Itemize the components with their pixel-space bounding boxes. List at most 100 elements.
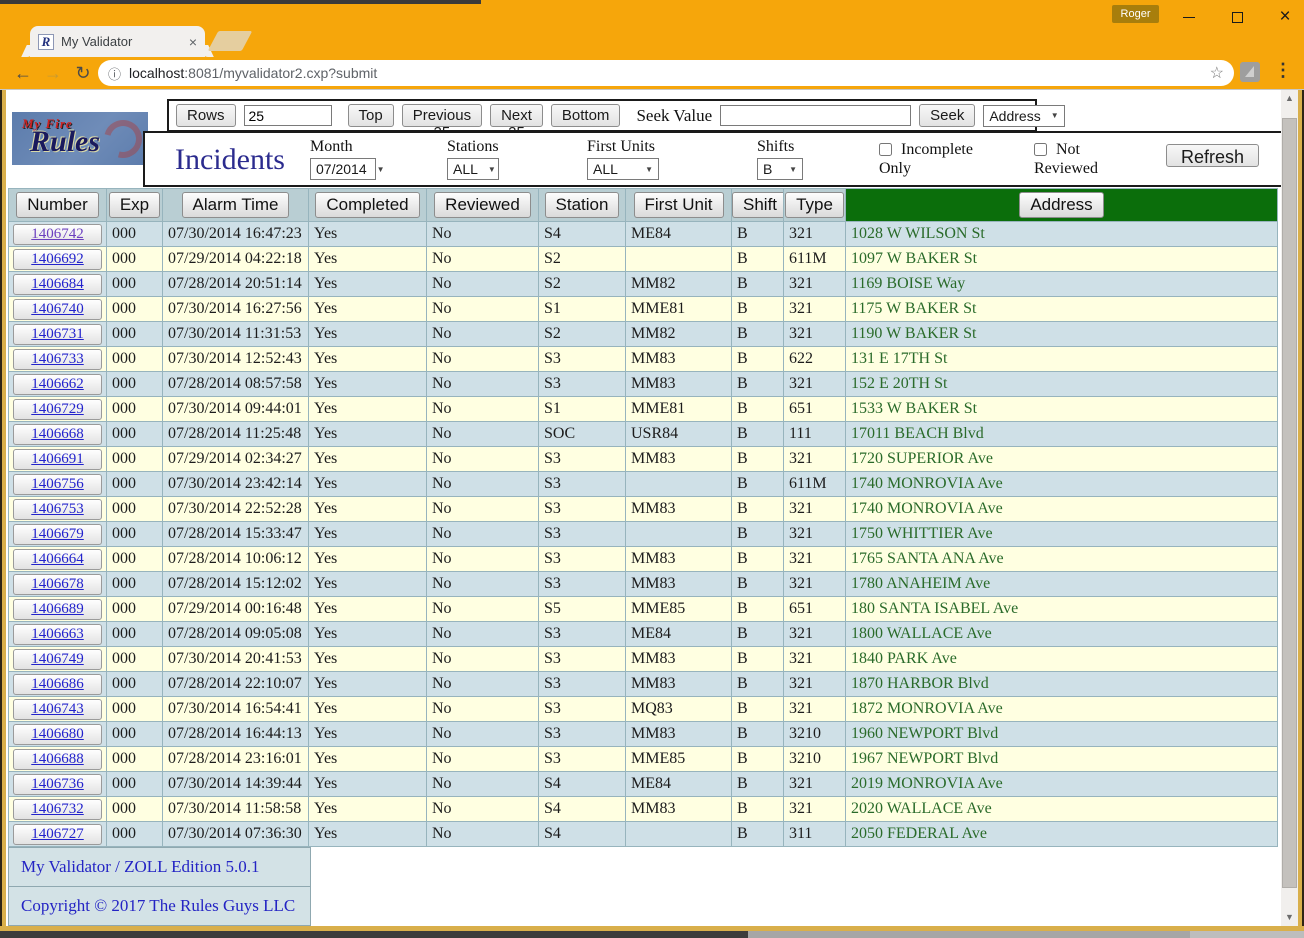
incident-number-link[interactable]: 1406689 [13, 599, 102, 620]
back-icon[interactable]: ← [8, 63, 38, 84]
bookmark-star-icon[interactable]: ☆ [1210, 63, 1224, 83]
cell-number: 1406756 [9, 472, 107, 497]
column-header-first-unit: First Unit [626, 189, 732, 222]
cell-reviewed: No [427, 297, 539, 322]
forward-icon[interactable]: → [38, 63, 68, 84]
cell-completed: Yes [309, 472, 427, 497]
column-sort-button-first-unit[interactable]: First Unit [634, 192, 724, 218]
cell-alarm-time: 07/28/2014 15:12:02 [163, 572, 309, 597]
incident-number-link[interactable]: 1406668 [13, 424, 102, 445]
info-icon[interactable]: ⓘ [108, 64, 121, 83]
cell-exp: 000 [107, 572, 163, 597]
cell-shift: B [732, 647, 784, 672]
reload-icon[interactable]: ↻ [68, 63, 98, 84]
table-row: 140667800007/28/2014 15:12:02YesNoS3MM83… [9, 572, 1278, 597]
extension-icon[interactable] [1240, 62, 1260, 82]
cell-completed: Yes [309, 547, 427, 572]
rows-button[interactable]: Rows [176, 104, 236, 127]
incident-number-link[interactable]: 1406736 [13, 774, 102, 795]
close-button[interactable]: × [1274, 6, 1296, 28]
incomplete-only-checkbox[interactable] [879, 143, 892, 156]
month-select[interactable]: 07/2014 ▼ [310, 158, 376, 180]
column-sort-button-alarm-time[interactable]: Alarm Time [182, 192, 290, 218]
incident-number-link[interactable]: 1406664 [13, 549, 102, 570]
cell-first-unit: MM83 [626, 347, 732, 372]
cell-alarm-time: 07/30/2014 16:27:56 [163, 297, 309, 322]
shifts-select[interactable]: B ▼ [757, 158, 803, 180]
previous-button[interactable]: Previous 25 [402, 104, 482, 127]
incident-number-link[interactable]: 1406740 [13, 299, 102, 320]
cell-shift: B [732, 422, 784, 447]
first-units-select[interactable]: ALL ▼ [587, 158, 659, 180]
new-tab-button[interactable] [208, 31, 253, 51]
cell-alarm-time: 07/30/2014 20:41:53 [163, 647, 309, 672]
vertical-scrollbar[interactable]: ▲ ▼ [1281, 90, 1298, 926]
incident-number-link[interactable]: 1406680 [13, 724, 102, 745]
rows-input[interactable] [244, 105, 332, 126]
cell-completed: Yes [309, 297, 427, 322]
column-sort-button-address[interactable]: Address [1019, 192, 1103, 218]
incident-number-link[interactable]: 1406678 [13, 574, 102, 595]
not-reviewed-checkbox[interactable] [1034, 143, 1047, 156]
incident-number-link[interactable]: 1406742 [13, 224, 102, 245]
incident-number-link[interactable]: 1406732 [13, 799, 102, 820]
scrollbar-thumb[interactable] [1282, 118, 1297, 888]
column-sort-button-number[interactable]: Number [16, 192, 98, 218]
cell-station: S2 [539, 272, 626, 297]
minimize-button[interactable] [1178, 6, 1200, 28]
seek-field-select[interactable]: Address ▼ [983, 105, 1064, 127]
column-sort-button-type[interactable]: Type [785, 192, 844, 218]
cell-exp: 000 [107, 347, 163, 372]
pagination-toolbar: Rows Top Previous 25 Next 25 Bottom Seek… [167, 99, 1037, 132]
url-text[interactable]: localhost:8081/myvalidator2.cxp?submit [129, 65, 1210, 81]
incident-number-link[interactable]: 1406727 [13, 824, 102, 845]
scrollbar-up-icon[interactable]: ▲ [1281, 90, 1298, 107]
incident-number-link[interactable]: 1406756 [13, 474, 102, 495]
incident-number-link[interactable]: 1406731 [13, 324, 102, 345]
bottom-button[interactable]: Bottom [551, 104, 621, 127]
cell-first-unit: MM83 [626, 572, 732, 597]
incident-number-link[interactable]: 1406743 [13, 699, 102, 720]
incident-number-link[interactable]: 1406663 [13, 624, 102, 645]
incident-number-link[interactable]: 1406662 [13, 374, 102, 395]
cell-reviewed: No [427, 772, 539, 797]
top-button[interactable]: Top [348, 104, 394, 127]
refresh-button[interactable]: Refresh [1166, 144, 1259, 167]
table-row: 140673600007/30/2014 14:39:44YesNoS4ME84… [9, 772, 1278, 797]
incident-number-link[interactable]: 1406688 [13, 749, 102, 770]
column-sort-button-shift[interactable]: Shift [732, 192, 784, 218]
cell-shift: B [732, 572, 784, 597]
incident-number-link[interactable]: 1406729 [13, 399, 102, 420]
scrollbar-down-icon[interactable]: ▼ [1281, 909, 1298, 926]
column-sort-button-completed[interactable]: Completed [315, 192, 419, 218]
page-title: Incidents [175, 143, 285, 177]
seek-button[interactable]: Seek [919, 104, 975, 127]
tab-close-icon[interactable]: × [189, 34, 197, 50]
cell-station: S4 [539, 797, 626, 822]
cell-completed: Yes [309, 797, 427, 822]
incident-number-link[interactable]: 1406692 [13, 249, 102, 270]
incident-number-link[interactable]: 1406686 [13, 674, 102, 695]
browser-profile-badge[interactable]: Roger [1112, 5, 1159, 23]
incident-number-link[interactable]: 1406749 [13, 649, 102, 670]
incident-number-link[interactable]: 1406679 [13, 524, 102, 545]
cell-exp: 000 [107, 372, 163, 397]
stations-select[interactable]: ALL ▼ [447, 158, 499, 180]
column-sort-button-reviewed[interactable]: Reviewed [434, 192, 531, 218]
cell-reviewed: No [427, 572, 539, 597]
cell-station: S3 [539, 697, 626, 722]
incident-number-link[interactable]: 1406684 [13, 274, 102, 295]
seek-value-input[interactable] [720, 105, 911, 126]
url-bar[interactable]: ⓘ localhost:8081/myvalidator2.cxp?submit… [98, 60, 1234, 86]
cell-address: 1740 MONROVIA Ave [846, 497, 1278, 522]
incident-number-link[interactable]: 1406691 [13, 449, 102, 470]
incident-number-link[interactable]: 1406733 [13, 349, 102, 370]
maximize-button[interactable] [1226, 6, 1248, 28]
browser-menu-icon[interactable]: ⋮ [1274, 60, 1292, 81]
column-sort-button-exp[interactable]: Exp [109, 192, 160, 218]
column-sort-button-station[interactable]: Station [545, 192, 620, 218]
incident-number-link[interactable]: 1406753 [13, 499, 102, 520]
next-button[interactable]: Next 25 [490, 104, 543, 127]
browser-tab[interactable]: R My Validator × [30, 26, 205, 57]
cell-station: S3 [539, 572, 626, 597]
